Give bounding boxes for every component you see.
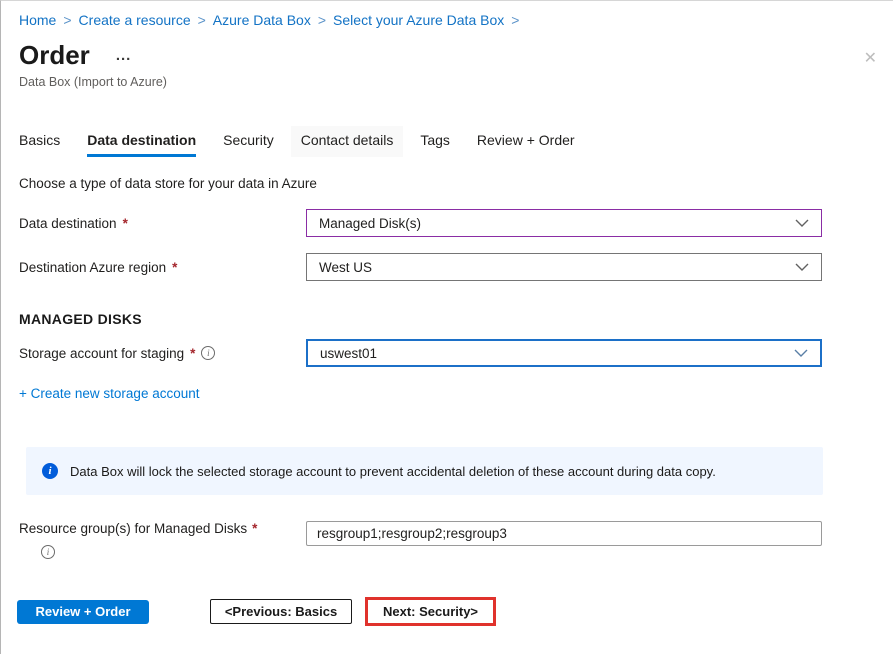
tab-review-order[interactable]: Review + Order	[477, 126, 575, 157]
more-options-icon[interactable]: ...	[116, 47, 132, 64]
create-storage-account-link[interactable]: + Create new storage account	[19, 386, 893, 401]
close-icon[interactable]: ✕	[864, 48, 877, 68]
tab-contact-details[interactable]: Contact details	[291, 126, 404, 157]
chevron-down-icon	[795, 263, 809, 271]
page-title: Order	[19, 40, 90, 70]
breadcrumb-select-data-box[interactable]: Select your Azure Data Box	[333, 12, 504, 28]
resource-groups-row: Resource group(s) for Managed Disks * i	[19, 521, 893, 559]
label-text: Resource group(s) for Managed Disks	[19, 521, 247, 536]
managed-disks-section-header: MANAGED DISKS	[19, 311, 893, 327]
info-banner: i Data Box will lock the selected storag…	[26, 447, 823, 495]
label-text: Data destination	[19, 216, 117, 231]
page-content: Home > Create a resource > Azure Data Box > Se…	[1, 1, 893, 626]
tab-tags[interactable]: Tags	[420, 126, 450, 157]
staging-account-label: Storage account for staging * i	[19, 346, 306, 361]
resource-groups-input[interactable]	[306, 521, 822, 546]
region-dropdown[interactable]: West US	[306, 253, 822, 281]
breadcrumb-create-resource[interactable]: Create a resource	[79, 12, 191, 28]
required-marker: *	[172, 260, 177, 275]
region-label: Destination Azure region *	[19, 260, 306, 275]
staging-account-dropdown[interactable]: uswest01	[306, 339, 822, 367]
region-row: Destination Azure region * West US	[19, 253, 893, 281]
next-security-button[interactable]: Next: Security>	[365, 597, 496, 626]
resource-groups-label: Resource group(s) for Managed Disks * i	[19, 521, 306, 559]
previous-basics-button[interactable]: <Previous: Basics	[210, 599, 352, 624]
required-marker: *	[190, 346, 195, 361]
breadcrumb: Home > Create a resource > Azure Data Box > Se…	[19, 1, 893, 28]
breadcrumb-separator: >	[63, 12, 71, 28]
breadcrumb-separator: >	[198, 12, 206, 28]
review-order-button[interactable]: Review + Order	[17, 600, 149, 624]
staging-account-row: Storage account for staging * i uswest01	[19, 339, 893, 367]
page-subtitle: Data Box (Import to Azure)	[19, 75, 893, 89]
label-text: Destination Azure region	[19, 260, 166, 275]
required-marker: *	[252, 521, 257, 536]
intro-text: Choose a type of data store for your dat…	[19, 176, 893, 191]
title-row: Order ...	[19, 40, 893, 70]
info-icon[interactable]: i	[41, 545, 55, 559]
info-banner-text: Data Box will lock the selected storage …	[70, 464, 716, 479]
data-destination-label: Data destination *	[19, 216, 306, 231]
breadcrumb-separator: >	[318, 12, 326, 28]
breadcrumb-home[interactable]: Home	[19, 12, 56, 28]
dropdown-value: West US	[319, 260, 372, 275]
tab-security[interactable]: Security	[223, 126, 274, 157]
breadcrumb-separator: >	[511, 12, 519, 28]
data-destination-dropdown[interactable]: Managed Disk(s)	[306, 209, 822, 237]
dropdown-value: Managed Disk(s)	[319, 216, 421, 231]
chevron-down-icon	[794, 349, 808, 357]
required-marker: *	[123, 216, 128, 231]
tab-basics[interactable]: Basics	[19, 126, 60, 157]
info-banner-icon: i	[42, 463, 58, 479]
tab-bar: Basics Data destination Security Contact…	[19, 126, 893, 157]
breadcrumb-azure-data-box[interactable]: Azure Data Box	[213, 12, 311, 28]
chevron-down-icon	[795, 219, 809, 227]
footer-actions: Review + Order <Previous: Basics Next: S…	[19, 597, 893, 626]
dropdown-value: uswest01	[320, 346, 377, 361]
label-text: Storage account for staging	[19, 346, 184, 361]
tab-data-destination[interactable]: Data destination	[87, 126, 196, 157]
info-icon[interactable]: i	[201, 346, 215, 360]
data-destination-row: Data destination * Managed Disk(s)	[19, 209, 893, 237]
